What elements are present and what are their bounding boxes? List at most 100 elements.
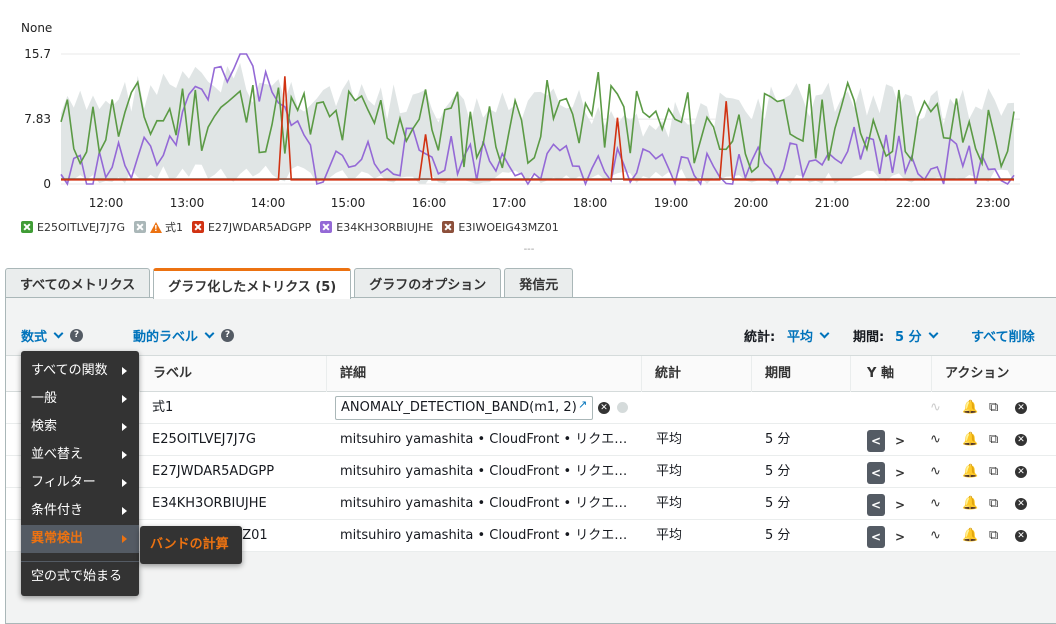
menu-item-all-functions[interactable]: すべての関数 xyxy=(21,357,139,385)
row-details: mitsuhiro yamashita • CloudFront • リクエ… xyxy=(340,496,628,511)
row-statistic[interactable]: 平均 xyxy=(656,488,682,520)
anomaly-icon[interactable]: ∿ xyxy=(930,464,941,480)
y-axis-left-button[interactable]: < xyxy=(867,462,885,484)
tab-graphed-metrics[interactable]: グラフ化したメトリクス (5) xyxy=(153,268,352,299)
legend-toggle-icon[interactable] xyxy=(133,221,146,233)
statistic-label: 統計: xyxy=(744,330,776,345)
y-axis-right-button[interactable]: > xyxy=(893,462,907,484)
copy-icon[interactable]: ⧉ xyxy=(989,400,998,416)
copy-icon[interactable]: ⧉ xyxy=(989,432,998,448)
x-tick-label: 18:00 xyxy=(572,196,608,210)
row-period[interactable]: 5 分 xyxy=(765,488,790,520)
x-tick-label: 12:00 xyxy=(88,196,124,210)
copy-icon[interactable]: ⧉ xyxy=(989,464,998,480)
menu-item-label: フィルター xyxy=(31,475,96,490)
bell-icon[interactable]: 🔔 xyxy=(962,464,978,480)
legend-toggle-icon[interactable] xyxy=(21,221,33,233)
row-statistic[interactable]: 平均 xyxy=(656,424,682,456)
tab-all-metrics[interactable]: すべてのメトリクス xyxy=(5,268,151,298)
x-tick-label: 14:00 xyxy=(250,196,286,210)
menu-item-general[interactable]: 一般 xyxy=(21,385,139,413)
y-axis-left-button[interactable]: < xyxy=(867,494,885,516)
anomaly-icon[interactable]: ∿ xyxy=(930,528,941,544)
y-axis-left-button[interactable]: < xyxy=(867,430,885,452)
metrics-tabs: すべてのメトリクス グラフ化したメトリクス (5) グラフのオプション 発信元 xyxy=(5,268,576,299)
clear-expression-icon[interactable]: ✕ xyxy=(598,402,610,414)
row-label[interactable]: E25OITLVEJ7J7G xyxy=(152,424,256,456)
delete-row-icon[interactable]: ✕ xyxy=(1015,530,1027,542)
legend-item-e25[interactable]: E25OITLVEJ7J7G xyxy=(21,221,125,234)
column-label[interactable]: ラベル xyxy=(139,356,326,392)
metrics-graph: None 15.7 7.83 0 12:00 13:00 14:00 15:00 16:… xyxy=(0,0,1056,240)
row-label[interactable]: E34KH3ORBIUJHE xyxy=(152,488,267,520)
anomaly-icon[interactable]: ∿ xyxy=(930,432,941,448)
tab-graph-options[interactable]: グラフのオプション xyxy=(354,268,502,298)
anomaly-band xyxy=(61,62,1014,184)
legend-item-e34[interactable]: E34KH3ORBIUJHE xyxy=(320,221,433,234)
row-label[interactable]: 式1 xyxy=(152,392,173,424)
delete-row-icon[interactable]: ✕ xyxy=(1015,466,1027,478)
legend-label: E27JWDAR5ADGPP xyxy=(207,220,312,234)
y-axis-right-button[interactable]: > xyxy=(893,494,907,516)
row-statistic[interactable]: 平均 xyxy=(656,520,682,552)
legend-toggle-icon[interactable] xyxy=(320,221,333,233)
table-header: ラベル 詳細 統計 期間 Y 軸 アクション xyxy=(6,356,1056,392)
legend-item-e3i[interactable]: E3IWOEIG43MZ01 xyxy=(442,220,559,234)
menu-item-empty-expression[interactable]: 空の式で始まる xyxy=(21,563,139,591)
statistic-dropdown[interactable]: 平均 xyxy=(787,326,830,345)
bell-icon[interactable]: 🔔 xyxy=(962,496,978,512)
submenu-band-calculation[interactable]: バンドの計算 xyxy=(140,526,242,564)
bell-icon[interactable]: 🔔 xyxy=(962,432,978,448)
menu-item-search[interactable]: 検索 xyxy=(21,413,139,441)
delete-row-icon[interactable]: ✕ xyxy=(1015,402,1027,414)
row-details: mitsuhiro yamashita • CloudFront • リクエ… xyxy=(340,464,628,479)
menu-item-anomaly-detection[interactable]: 異常検出 xyxy=(21,525,139,553)
column-period[interactable]: 期間 xyxy=(751,356,850,392)
row-period[interactable]: 5 分 xyxy=(765,520,790,552)
row-period[interactable]: 5 分 xyxy=(765,424,790,456)
menu-item-sort[interactable]: 並べ替え xyxy=(21,441,139,469)
expand-icon[interactable]: ↗ xyxy=(578,398,587,411)
x-tick-label: 22:00 xyxy=(895,196,931,210)
column-statistic[interactable]: 統計 xyxy=(641,356,751,392)
x-tick-label: 20:00 xyxy=(733,196,769,210)
bell-icon[interactable]: 🔔 xyxy=(962,528,978,544)
column-y-axis[interactable]: Y 軸 xyxy=(850,356,931,392)
legend-item-expression[interactable]: ! 式1 xyxy=(133,219,183,235)
chevron-down-icon xyxy=(53,328,64,339)
row-statistic[interactable]: 平均 xyxy=(656,456,682,488)
expression-input[interactable]: ANOMALY_DETECTION_BAND(m1, 2) xyxy=(335,396,593,420)
delete-all-button[interactable]: すべて削除 xyxy=(971,326,1035,345)
math-expression-dropdown[interactable]: 数式 ? xyxy=(21,326,84,345)
delete-row-icon[interactable]: ✕ xyxy=(1015,498,1027,510)
menu-item-filter[interactable]: フィルター xyxy=(21,469,139,497)
y-axis-right-button[interactable]: > xyxy=(893,526,907,548)
delete-row-icon[interactable]: ✕ xyxy=(1015,434,1027,446)
legend-label: E3IWOEIG43MZ01 xyxy=(458,220,559,234)
copy-icon[interactable]: ⧉ xyxy=(989,528,998,544)
help-icon[interactable]: ? xyxy=(221,329,235,342)
period-value: 5 分 xyxy=(895,330,922,345)
column-details[interactable]: 詳細 xyxy=(326,356,641,392)
help-icon[interactable]: ? xyxy=(70,329,84,342)
legend-item-e27[interactable]: E27JWDAR5ADGPP xyxy=(191,220,312,234)
period-dropdown[interactable]: 5 分 xyxy=(895,326,939,345)
chevron-right-icon xyxy=(122,507,127,515)
legend-toggle-icon[interactable] xyxy=(442,221,455,233)
bell-icon[interactable]: 🔔 xyxy=(962,400,978,416)
period-label: 期間: xyxy=(853,330,885,345)
menu-item-label: 検索 xyxy=(31,419,58,434)
y-axis-left-button[interactable]: < xyxy=(867,526,885,548)
y-axis-right-button[interactable]: > xyxy=(893,430,907,452)
legend-toggle-icon[interactable] xyxy=(191,221,204,233)
tab-source[interactable]: 発信元 xyxy=(504,268,574,298)
copy-icon[interactable]: ⧉ xyxy=(989,496,998,512)
row-period[interactable]: 5 分 xyxy=(765,456,790,488)
anomaly-icon[interactable]: ∿ xyxy=(930,496,941,512)
dynamic-label-dropdown[interactable]: 動的ラベル ? xyxy=(133,326,235,345)
row-label[interactable]: E27JWDAR5ADGPP xyxy=(152,456,274,488)
x-tick-label: 23:00 xyxy=(975,196,1011,210)
graph-resize-handle[interactable]: --- xyxy=(521,245,537,255)
anomaly-icon: ∿ xyxy=(930,400,941,415)
menu-item-conditional[interactable]: 条件付き xyxy=(21,497,139,525)
